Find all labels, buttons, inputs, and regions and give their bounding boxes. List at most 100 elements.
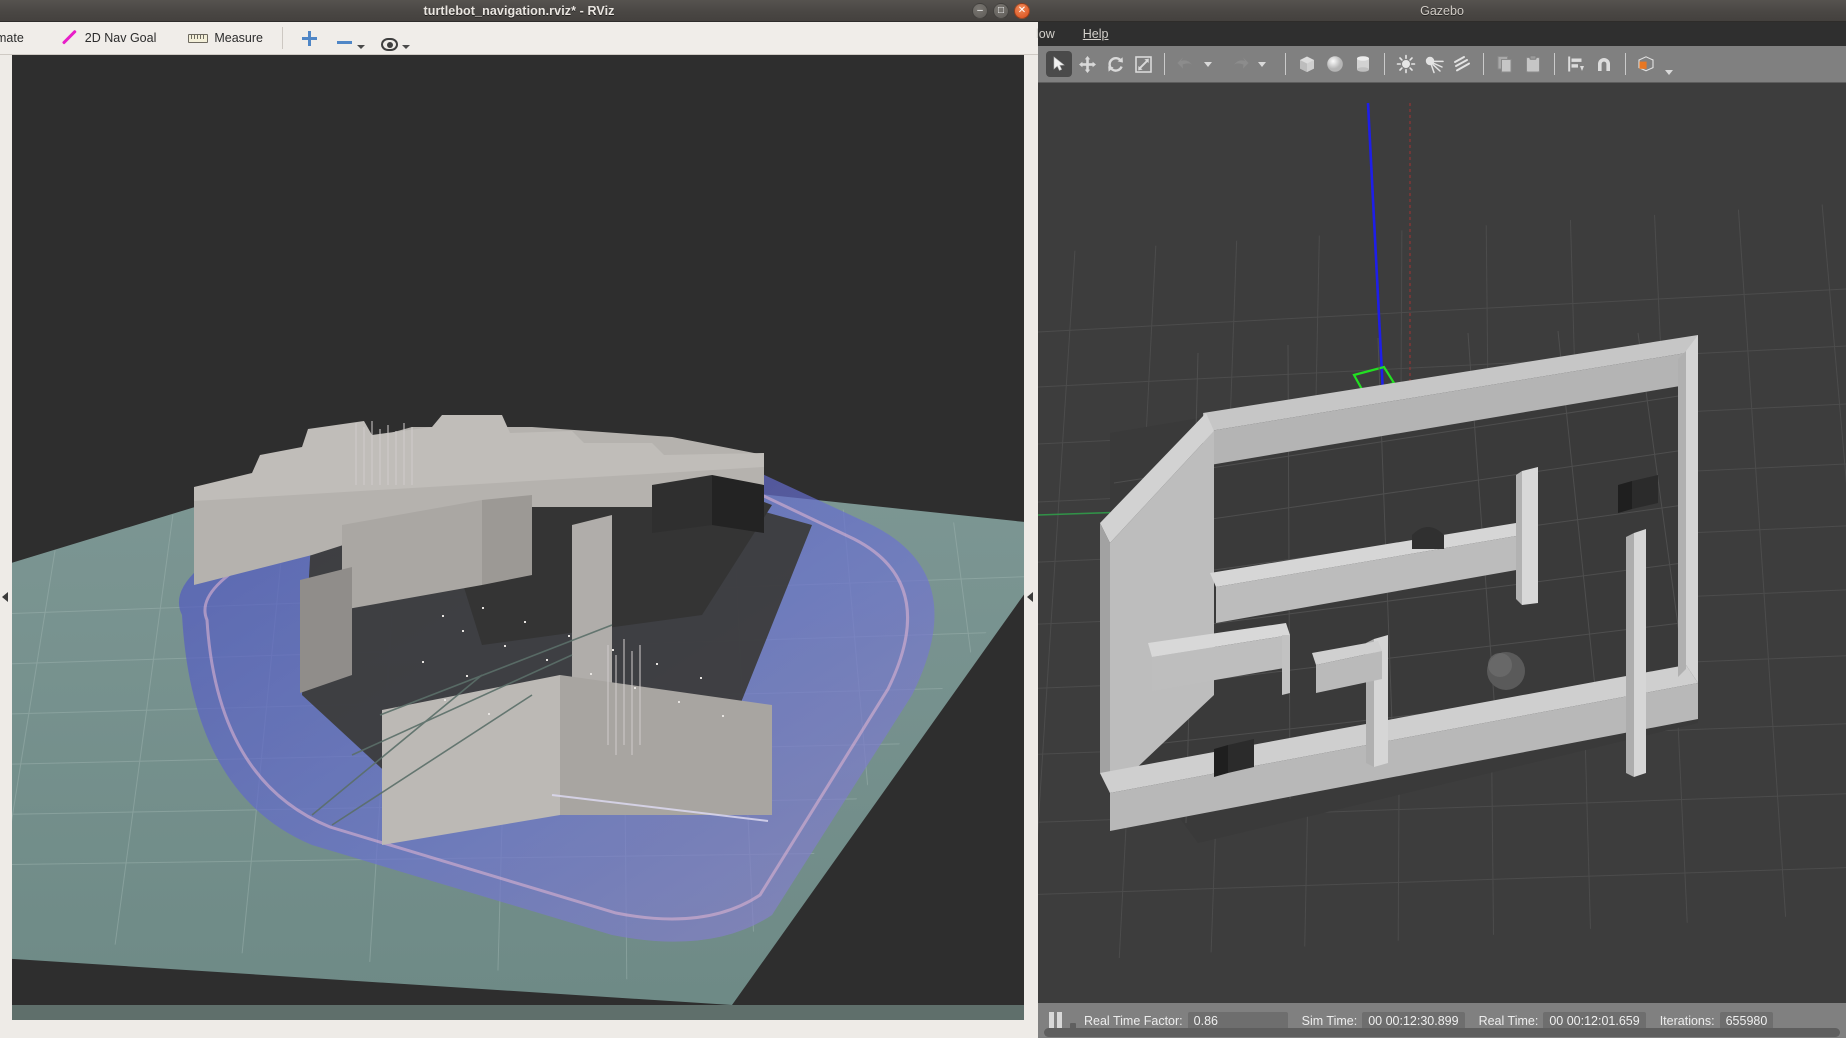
box-tool[interactable] (1294, 51, 1320, 77)
directional-light-icon (1454, 56, 1470, 72)
paste-icon (1526, 55, 1540, 73)
box-icon (1300, 56, 1314, 72)
gazebo-titlebar[interactable]: Gazebo (1038, 0, 1846, 22)
move-arrows-icon (1078, 55, 1096, 73)
chevron-down-icon-2[interactable] (402, 45, 410, 49)
focus-camera-icon (381, 38, 398, 51)
tool-2d-pose-estimate[interactable]: mate (0, 25, 33, 51)
rviz-right-collapse-handle[interactable] (1027, 592, 1033, 602)
toolbar-separator-6 (1625, 53, 1626, 75)
iterations-value: 655980 (1719, 1011, 1774, 1030)
rviz-window-controls: ‒ □ ✕ (972, 0, 1030, 22)
tool-zoom-out[interactable] (330, 25, 371, 51)
tool-focus-camera[interactable] (375, 25, 416, 51)
cylinder-tool[interactable] (1350, 51, 1376, 77)
rviz-3d-view[interactable] (12, 55, 1024, 1005)
rotate-tool[interactable] (1102, 51, 1128, 77)
sim-time-group: Sim Time: 00 00:12:30.899 (1302, 1011, 1465, 1030)
spot-light-tool[interactable] (1421, 51, 1447, 77)
toolbar-separator (282, 27, 283, 49)
rviz-titlebar[interactable]: turtlebot_navigation.rviz* - RViz ‒ □ ✕ (0, 0, 1038, 22)
maximize-button[interactable]: □ (993, 3, 1009, 19)
paste-tool[interactable] (1520, 51, 1546, 77)
view-tool[interactable] (1634, 51, 1660, 77)
menu-help[interactable]: Help (1079, 27, 1113, 41)
point-light-icon (1396, 54, 1416, 74)
spot-light-icon (1425, 56, 1444, 74)
snap-tool[interactable] (1591, 51, 1617, 77)
gazebo-menubar: low Help (1036, 22, 1846, 46)
minus-icon (336, 34, 353, 51)
rviz-scene (12, 55, 1024, 1005)
rviz-statusbar: 31 fps (0, 1005, 1038, 1038)
iterations-label: Iterations: (1659, 1013, 1715, 1028)
maximize-icon: □ (997, 5, 1005, 16)
align-icon (1568, 56, 1584, 72)
ruler-icon (188, 33, 209, 43)
plus-icon (301, 30, 318, 47)
menu-help-label: Help (1082, 27, 1109, 41)
magnet-icon (1598, 58, 1610, 71)
cylinder-icon (1357, 56, 1369, 72)
copy-tool[interactable] (1492, 51, 1518, 77)
real-time-factor-value: 0.86 (1187, 1011, 1288, 1030)
real-time-value: 00 00:12:01.659 (1543, 1011, 1646, 1030)
redo-dropdown-caret-icon[interactable] (1258, 61, 1266, 67)
rviz-window-title: turtlebot_navigation.rviz* - RViz (423, 3, 615, 18)
minimize-icon: ‒ (977, 5, 983, 16)
minimize-button[interactable]: ‒ (972, 3, 988, 19)
toolbar-separator-1 (1164, 53, 1165, 75)
scale-icon (1134, 55, 1152, 73)
rotate-icon (1107, 56, 1123, 72)
gazebo-window: Gazebo low Help Real Time Factor: 0.86 S… (1036, 0, 1846, 1038)
rviz-left-collapse-handle[interactable] (2, 592, 8, 602)
translate-tool[interactable] (1074, 51, 1100, 77)
rviz-window: turtlebot_navigation.rviz* - RViz ‒ □ ✕ … (0, 0, 1038, 1038)
directional-light-tool[interactable] (1449, 51, 1475, 77)
tool-2d-nav-goal-label: 2D Nav Goal (84, 31, 157, 45)
toolbar-separator-4 (1483, 53, 1484, 75)
tool-measure-label: Measure (214, 31, 263, 45)
view-cube-icon (1638, 56, 1654, 72)
real-time-label: Real Time: (1478, 1013, 1539, 1028)
gazebo-scene (1038, 83, 1846, 1003)
sim-time-value: 00 00:12:30.899 (1362, 1011, 1465, 1030)
rviz-horizontal-scrollbar[interactable] (12, 1005, 1024, 1020)
desktop-root: turtlebot_navigation.rviz* - RViz ‒ □ ✕ … (0, 0, 1846, 1038)
tool-zoom-in[interactable] (293, 25, 326, 51)
undo-tool[interactable] (1173, 51, 1199, 77)
close-icon: ✕ (1017, 5, 1027, 16)
close-button[interactable]: ✕ (1014, 3, 1030, 19)
chevron-down-icon[interactable] (357, 45, 365, 49)
toolbar-separator-5 (1554, 53, 1555, 75)
select-tool[interactable] (1046, 51, 1072, 77)
scale-tool[interactable] (1130, 51, 1156, 77)
undo-dropdown-caret-icon[interactable] (1204, 61, 1212, 67)
align-tool[interactable] (1563, 51, 1589, 77)
iterations-group: Iterations: 655980 (1659, 1011, 1774, 1030)
nav-goal-arrow-icon (62, 30, 79, 47)
gazebo-log-playback-bar[interactable] (1044, 1028, 1840, 1037)
gazebo-3d-view[interactable] (1038, 83, 1846, 1003)
real-time-factor-group: Real Time Factor: 0.86 (1084, 1011, 1288, 1030)
tool-2d-nav-goal[interactable]: 2D Nav Goal (53, 25, 166, 51)
rviz-left-panel-gutter (0, 55, 12, 1005)
real-time-group: Real Time: 00 00:12:01.659 (1478, 1011, 1646, 1030)
gazebo-toolbar (1038, 46, 1846, 83)
tool-measure[interactable]: Measure (179, 25, 272, 51)
rviz-right-panel-gutter (1024, 55, 1038, 1005)
cursor-arrow-icon (1053, 56, 1065, 71)
rviz-toolbar: mate 2D Nav Goal Measure (0, 22, 1038, 55)
undo-arrow-icon (1177, 57, 1193, 69)
view-dropdown-caret-icon[interactable] (1665, 70, 1673, 75)
toolbar-separator-2 (1285, 53, 1286, 75)
copy-icon (1497, 56, 1512, 73)
point-light-tool[interactable] (1393, 51, 1419, 77)
redo-arrow-icon (1233, 57, 1249, 69)
redo-tool[interactable] (1227, 51, 1253, 77)
sphere-tool[interactable] (1322, 51, 1348, 77)
rviz-body: 31 fps (0, 55, 1038, 1038)
menu-window[interactable]: low (1032, 27, 1059, 41)
toolbar-separator-3 (1384, 53, 1385, 75)
real-time-factor-label: Real Time Factor: (1084, 1013, 1183, 1028)
